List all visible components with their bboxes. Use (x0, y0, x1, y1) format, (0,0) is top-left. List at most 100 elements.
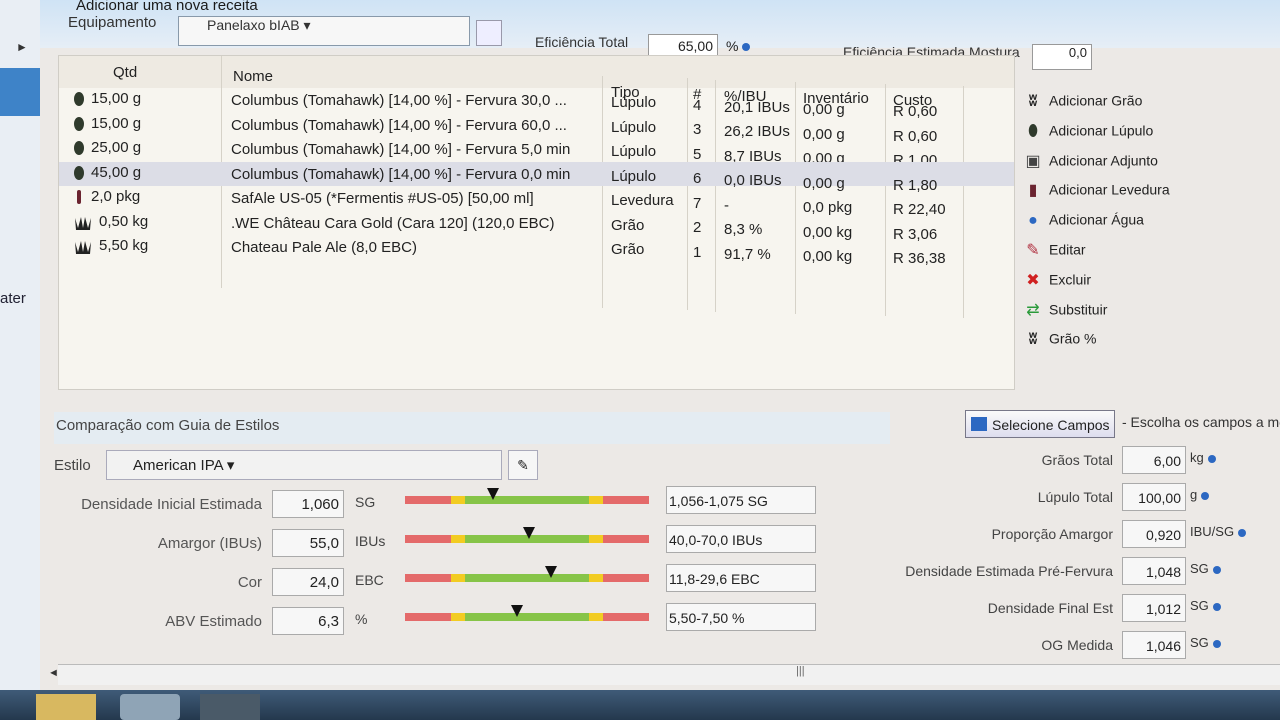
cell-qtd: 45,00 g (73, 164, 141, 181)
metric-label: ABV Estimado (165, 613, 262, 630)
mash-efficiency-input[interactable]: 0,0 (1032, 44, 1092, 70)
action-adicionar-levedura[interactable]: ▮ Adicionar Levedura (1023, 181, 1170, 207)
hop-icon (73, 139, 91, 156)
info-dot-icon (1238, 528, 1247, 537)
action-excluir[interactable]: ✖ Excluir (1023, 271, 1091, 297)
cell-num: 7 (693, 194, 702, 212)
info-dot-icon (1207, 454, 1216, 463)
table-row[interactable]: 5,50 kg Chateau Pale Ale (8,0 EBC) Grão 1 91… (59, 235, 1014, 267)
scrollbar-grip-icon[interactable]: ||| (796, 665, 805, 677)
stat-unit: kg (1190, 450, 1216, 465)
efficiency-label: Eficiência Total (535, 34, 629, 50)
table-row[interactable]: 0,50 kg .WE Château Cara Gold (Cara 120] … (59, 211, 1014, 243)
table-row[interactable]: 45,00 g Columbus (Tomahawk) [14,00 %] - F… (59, 161, 1014, 194)
style-range-bar (405, 566, 649, 582)
style-select[interactable]: American IPA ▾ (106, 450, 502, 480)
left-nav-strip: ► ater (0, 0, 41, 690)
col-header-nome[interactable]: Nome (233, 68, 273, 85)
cell-num: 6 (693, 170, 702, 188)
range-marker-icon (545, 566, 558, 578)
scroll-left-arrow-icon[interactable]: ◄ (48, 667, 59, 679)
cell-tipo: Lúpulo (611, 143, 657, 161)
cell-nome: .WE Château Cara Gold (Cara 120] (120,0 … (231, 214, 555, 232)
metric-unit: SG (355, 494, 376, 510)
dialog-title: Adicionar uma nova receita (76, 0, 258, 14)
action-label: Adicionar Levedura (1049, 182, 1170, 199)
cell-num: 3 (693, 121, 702, 139)
metric-label: Cor (237, 574, 262, 591)
cell-num: 5 (693, 145, 702, 163)
cell-qtd: 15,00 g (73, 115, 141, 132)
action-adicionar-adjunto[interactable]: ▣ Adicionar Adjunto (1023, 152, 1158, 178)
action-label: Substituir (1049, 301, 1108, 318)
metric-value: 6,3 (272, 607, 344, 635)
info-dot-icon (1212, 602, 1221, 611)
style-range-bar (405, 488, 649, 504)
cell-qtd: 0,50 kg (73, 213, 148, 230)
cell-tipo: Grão (611, 241, 645, 259)
scroll-right-arrow-icon[interactable]: ► (16, 40, 28, 54)
table-row[interactable]: 2,0 pkg SafAle US-05 (*Fermentis #US-05) … (59, 186, 1014, 218)
taskbar-app-icon[interactable] (200, 694, 260, 720)
edit-icon: ✎ (1026, 242, 1040, 259)
metric-value: 24,0 (272, 568, 344, 596)
info-dot-icon (742, 43, 751, 52)
efficiency-input[interactable]: 65,00 (648, 34, 718, 56)
action-label: Adicionar Lúpulo (1049, 122, 1154, 139)
grain-icon (73, 237, 99, 255)
left-nav-selected-item[interactable] (0, 68, 40, 116)
stat-unit: g (1190, 487, 1210, 502)
table-row[interactable]: 25,00 g Columbus (Tomahawk) [14,00 %] - F… (59, 137, 1014, 169)
stat-value: 1,012 (1122, 594, 1186, 622)
cell-inventario: 0,00 kg (803, 248, 853, 265)
info-dot-icon (1212, 565, 1221, 574)
cell-num: 2 (693, 219, 702, 237)
style-range-bar (405, 605, 649, 621)
style-guide-title: Comparação com Guia de Estilos (56, 417, 280, 434)
cell-nome: Columbus (Tomahawk) [14,00 %] - Fervura … (231, 141, 571, 159)
col-header-qtd[interactable]: Qtd (113, 64, 137, 81)
action-label: Excluir (1049, 271, 1092, 288)
equipment-select[interactable]: Panelaxo bIAB ▾ (178, 16, 470, 46)
cell-qtd: 25,00 g (73, 139, 141, 156)
select-fields-button[interactable]: Selecione Campos (965, 410, 1115, 438)
action-gr-o-[interactable]: ʬ Grão % (1023, 330, 1097, 356)
range-marker-icon (486, 488, 499, 500)
taskbar-browser-icon[interactable] (120, 694, 180, 720)
style-label: Estilo (54, 457, 91, 474)
grain-icon (73, 213, 99, 230)
action-editar[interactable]: ✎ Editar (1023, 241, 1085, 267)
select-fields-label: Selecione Campos (992, 417, 1110, 433)
action-adicionar-gua[interactable]: ● Adicionar Água (1023, 211, 1144, 237)
dialog-header: Adicionar uma nova receita Equipamento P… (40, 0, 1280, 70)
action-adicionar-gr-o[interactable]: ʬ Adicionar Grão (1023, 92, 1143, 118)
recipe-dialog: Adicionar uma nova receita Equipamento P… (40, 0, 1280, 690)
hop-icon (73, 164, 91, 181)
horizontal-scrollbar[interactable]: ◄ ||| (48, 664, 1280, 685)
cell-nome: Columbus (Tomahawk) [14,00 %] - Fervura … (231, 165, 571, 183)
stat-value: 100,00 (1122, 483, 1186, 511)
action-adicionar-l-pulo[interactable]: ⬮ Adicionar Lúpulo (1023, 122, 1153, 148)
stat-unit: SG (1190, 635, 1221, 650)
delete-x-icon: ✖ (1026, 271, 1040, 289)
puzzle-icon (971, 417, 987, 431)
table-row[interactable]: 15,00 g Columbus (Tomahawk) [14,00 %] - F… (59, 113, 1014, 145)
style-info-icon[interactable]: ✎ (508, 450, 538, 480)
cell-num: 4 (693, 96, 702, 114)
metric-unit: IBUs (355, 533, 386, 549)
action-substituir[interactable]: ⇄ Substituir (1023, 301, 1107, 327)
equipment-edit-icon[interactable] (476, 20, 502, 46)
hop-icon (73, 90, 91, 107)
stat-value: 1,046 (1122, 631, 1186, 659)
stat-label: OG Medida (1041, 637, 1113, 653)
metric-value: 1,060 (272, 490, 344, 518)
cell-nome: SafAle US-05 (*Fermentis #US-05) [50,00 … (231, 190, 534, 208)
taskbar-folder-icon[interactable] (36, 694, 96, 720)
efficiency-unit: % (726, 38, 751, 54)
left-nav-partial-label: ater (0, 290, 26, 307)
table-row[interactable]: 15,00 g Columbus (Tomahawk) [14,00 %] - F… (59, 88, 1014, 120)
cell-tipo: Lúpulo (611, 94, 657, 112)
stat-label: Grãos Total (1041, 452, 1113, 468)
metric-unit: % (355, 611, 368, 627)
stat-label: Lúpulo Total (1037, 489, 1113, 505)
